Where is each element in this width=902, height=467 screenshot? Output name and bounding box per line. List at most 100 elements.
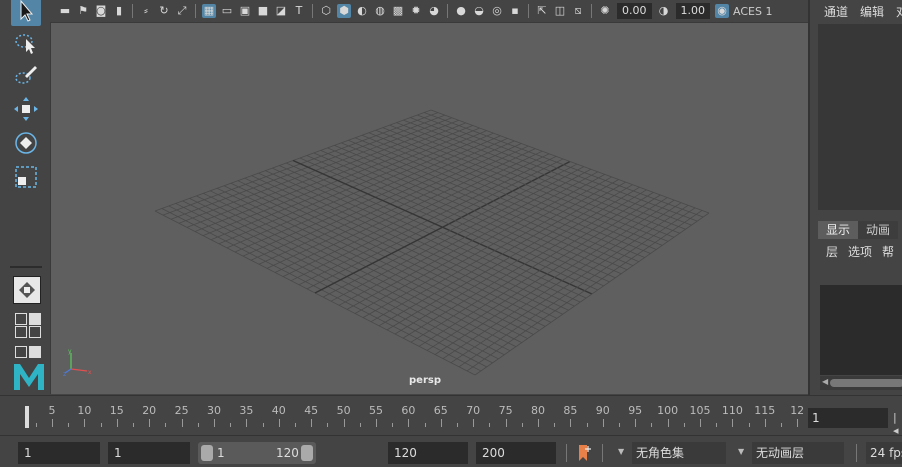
time-tick-label: 40: [271, 404, 286, 417]
safe-title-icon[interactable]: T: [292, 4, 306, 18]
snap-curve-icon[interactable]: ↻: [157, 4, 171, 18]
resolution-gate-icon[interactable]: ▣: [238, 4, 252, 18]
antialias-icon[interactable]: ◎: [490, 4, 504, 18]
lasso-tool-icon: [15, 34, 35, 54]
horizontal-scrollbar[interactable]: ◀: [820, 376, 902, 390]
color-space-label[interactable]: ACES 1: [733, 5, 772, 18]
move-tool-button[interactable]: [11, 94, 41, 124]
gamma-icon[interactable]: ◑: [657, 4, 671, 18]
channel-list[interactable]: [818, 24, 902, 210]
xray-icon[interactable]: ◫: [553, 4, 567, 18]
grid-line: [410, 117, 692, 226]
time-tick-minor: [35, 423, 37, 427]
lasso-tool-button[interactable]: [11, 28, 41, 58]
uv-layout-button[interactable]: [15, 346, 27, 358]
time-tick-label: 35: [239, 404, 254, 417]
field-chart-icon[interactable]: ◪: [274, 4, 288, 18]
smooth-shade-icon[interactable]: ⬢: [337, 4, 351, 18]
layer-list[interactable]: [820, 285, 902, 375]
rotate-tool-button[interactable]: [11, 128, 41, 158]
menu-item-object[interactable]: 对: [896, 3, 902, 20]
grid-line: [474, 212, 710, 376]
camera-icon[interactable]: ◙: [94, 4, 108, 18]
menu-item-edit[interactable]: 编辑: [860, 3, 884, 20]
time-tick: [764, 419, 766, 427]
menu-item-options[interactable]: 选项: [848, 243, 872, 260]
depth-of-field-icon[interactable]: ▪: [508, 4, 522, 18]
range-end-label: 120: [276, 446, 299, 460]
time-tick: [505, 419, 507, 427]
persp-outliner-layout-button[interactable]: [29, 313, 41, 325]
time-tick-label: 105: [689, 404, 711, 417]
camera-attribute-icon[interactable]: ⚑: [76, 4, 90, 18]
grid-toggle-icon[interactable]: ▦: [202, 4, 216, 18]
current-time-marker[interactable]: [25, 406, 29, 428]
ambient-occlusion-icon[interactable]: ●: [454, 4, 468, 18]
scroll-left-icon[interactable]: ◀: [822, 377, 828, 386]
time-tick-minor: [133, 423, 134, 427]
time-tick-minor: [262, 423, 264, 427]
animation-start-field[interactable]: 1: [18, 442, 100, 464]
motion-blur-icon[interactable]: ◒: [472, 4, 486, 18]
outliner-layout-button[interactable]: [29, 346, 41, 358]
wireframe-on-shaded-icon[interactable]: ◍: [373, 4, 387, 18]
hypershade-layout-button[interactable]: [29, 326, 41, 338]
gamma-field[interactable]: 1.00: [675, 3, 710, 19]
time-tick: [343, 419, 345, 427]
range-end-handle[interactable]: [301, 445, 313, 461]
menu-item-channels[interactable]: 通道: [824, 3, 848, 20]
time-tick-label: 10: [77, 404, 92, 417]
anim-layer-dropdown[interactable]: 无动画层: [752, 442, 844, 464]
select-tool-button[interactable]: [11, 0, 41, 26]
menu-item-layers[interactable]: 层: [826, 243, 838, 260]
flat-shade-icon[interactable]: ◐: [355, 4, 369, 18]
lights-icon[interactable]: ✹: [409, 4, 423, 18]
svg-text:y: y: [68, 348, 72, 355]
wireframe-icon[interactable]: ⬡: [319, 4, 333, 18]
time-tick-minor: [165, 423, 167, 427]
isolate-select-icon[interactable]: ⇱: [535, 4, 549, 18]
fps-dropdown[interactable]: 24 fps: [866, 442, 902, 464]
snap-point-icon[interactable]: ⤢: [175, 4, 189, 18]
color-management-icon[interactable]: ◉: [715, 4, 729, 18]
time-tick: [181, 419, 183, 427]
perspective-viewport[interactable]: y x z persp: [50, 22, 808, 394]
time-tick: [700, 419, 701, 427]
time-tick-label: 12: [790, 404, 805, 417]
range-slider[interactable]: 1 120: [198, 442, 316, 464]
paint-select-button[interactable]: [11, 60, 41, 90]
time-tick-minor: [100, 423, 102, 427]
film-gate-icon[interactable]: ▭: [220, 4, 234, 18]
menu-set-icon[interactable]: ▬: [58, 4, 72, 18]
four-view-layout-button[interactable]: [15, 313, 27, 325]
auto-key-icon[interactable]: [576, 443, 592, 463]
character-set-dropdown[interactable]: 无角色集: [632, 442, 726, 464]
gate-mask-icon[interactable]: ■: [256, 4, 270, 18]
time-tick-minor: [683, 423, 685, 427]
menu-item-help[interactable]: 帮: [882, 243, 894, 260]
exposure-field[interactable]: 0.00: [617, 3, 652, 19]
toolbox-separator: [10, 266, 42, 268]
persp-graph-layout-button[interactable]: [15, 326, 27, 338]
paint-select-icon: [15, 66, 37, 84]
scrollbar-thumb[interactable]: [830, 379, 902, 387]
textured-icon[interactable]: ▩: [391, 4, 405, 18]
scale-tool-button[interactable]: [11, 162, 41, 192]
tab-animation[interactable]: 动画: [858, 221, 899, 239]
single-perspective-layout-button[interactable]: [13, 276, 41, 304]
xray-joints-icon[interactable]: ⧅: [571, 4, 585, 18]
bookmark-icon[interactable]: ▮: [112, 4, 126, 18]
playback-end-field[interactable]: 120: [388, 442, 468, 464]
exposure-icon[interactable]: ✺: [598, 4, 612, 18]
time-tick-minor: [327, 423, 329, 427]
current-frame-field[interactable]: 1: [808, 408, 888, 428]
range-start-handle[interactable]: [201, 445, 213, 461]
select-tool-icon: [20, 0, 34, 22]
tab-display[interactable]: 显示: [818, 221, 859, 239]
snap-grid-icon[interactable]: ⸗: [139, 4, 153, 18]
time-slider-track[interactable]: 5 10 15 20 25 30 35 40 45 50 55 60 65 70 75 80 85 90 95 100…: [20, 402, 804, 430]
shadows-icon[interactable]: ◕: [427, 4, 441, 18]
animation-end-field[interactable]: 200: [476, 442, 556, 464]
go-to-start-icon[interactable]: |◂: [893, 411, 902, 437]
playback-start-field[interactable]: 1: [108, 442, 190, 464]
